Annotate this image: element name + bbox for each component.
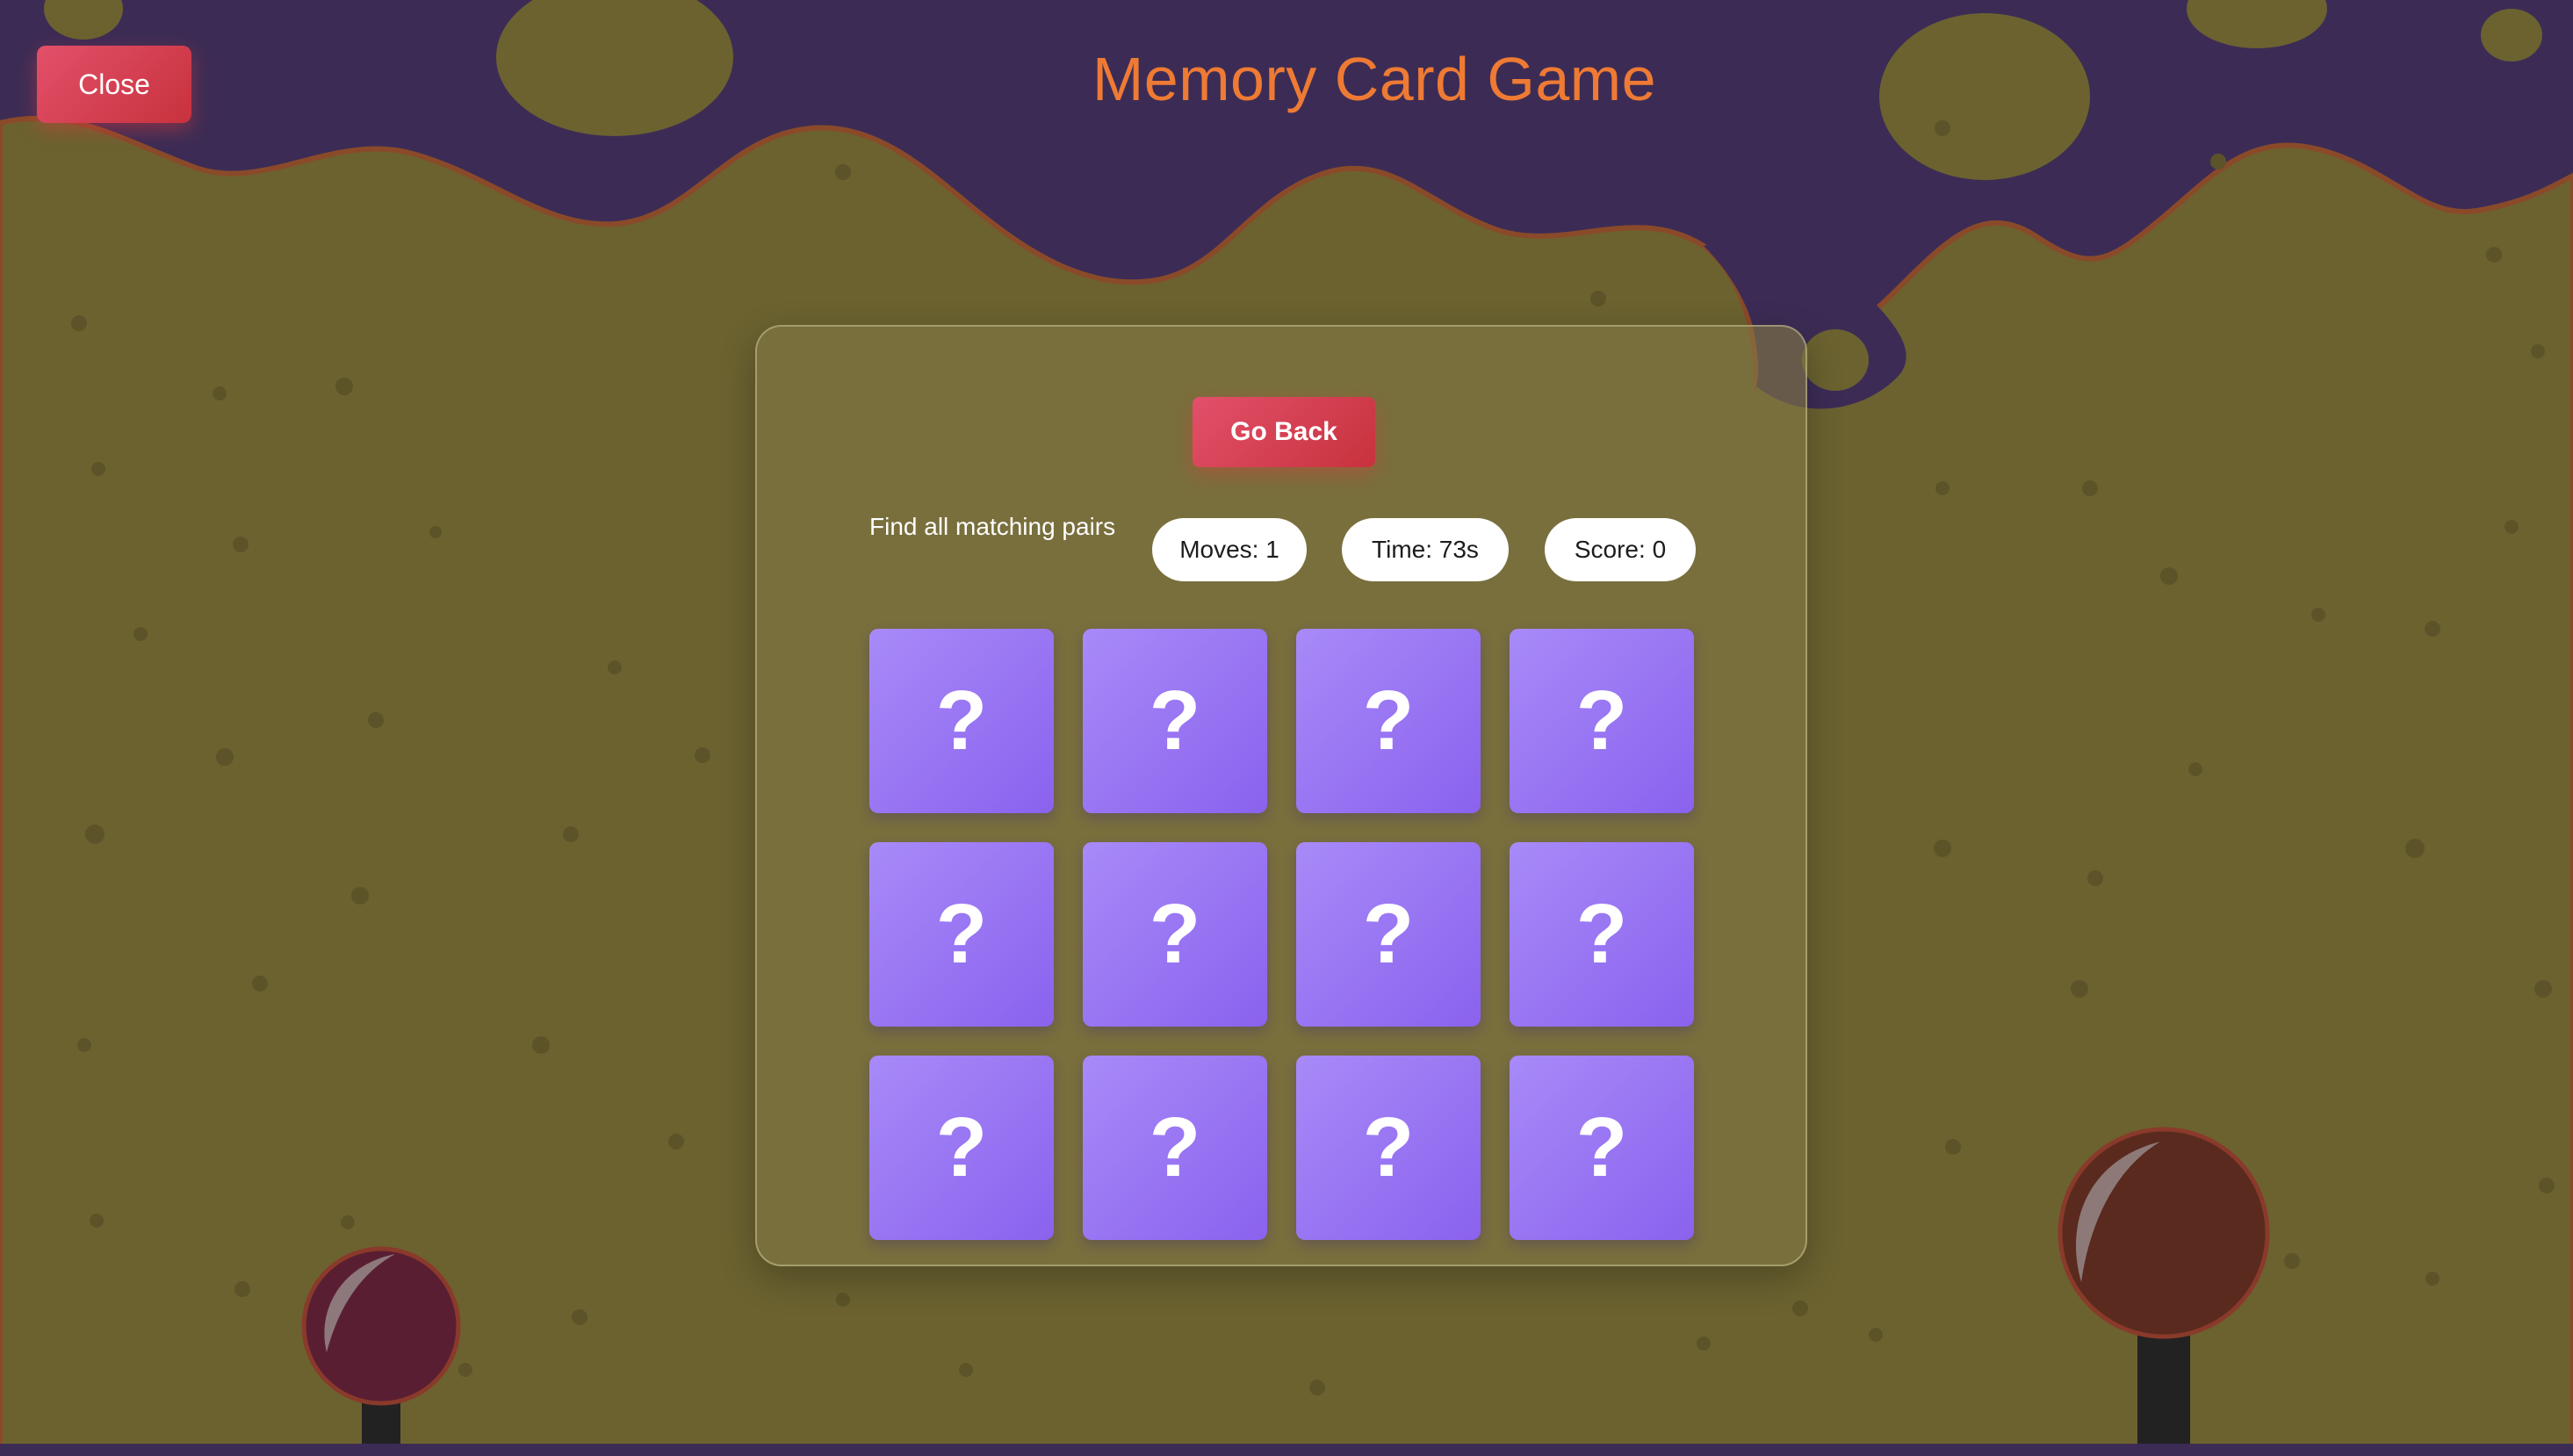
card-grid: ? ? ? ? ? ? ? ? ? ? ? ? (869, 629, 1694, 1240)
memory-card[interactable]: ? (1296, 629, 1481, 813)
sky-blob (2187, 0, 2327, 48)
sky-blob (1802, 329, 1869, 391)
game-panel: Go Back Find all matching pairs Moves: 1… (755, 325, 1807, 1266)
memory-card[interactable]: ? (869, 629, 1054, 813)
go-back-button[interactable]: Go Back (1193, 397, 1375, 467)
memory-card[interactable]: ? (1510, 629, 1694, 813)
sky-blob (1879, 13, 2090, 180)
close-button[interactable]: Close (37, 46, 191, 123)
sky-blob (44, 0, 123, 40)
sky-blob (2481, 9, 2542, 61)
memory-card[interactable]: ? (1296, 842, 1481, 1027)
memory-card[interactable]: ? (1083, 1056, 1267, 1240)
memory-card[interactable]: ? (1083, 842, 1267, 1027)
memory-card[interactable]: ? (1083, 629, 1267, 813)
sky-blob (496, 0, 733, 136)
memory-card[interactable]: ? (1296, 1056, 1481, 1240)
memory-card[interactable]: ? (869, 1056, 1054, 1240)
memory-card[interactable]: ? (869, 842, 1054, 1027)
memory-card[interactable]: ? (1510, 842, 1694, 1027)
instructions-text: Find all matching pairs (869, 513, 1116, 540)
score-counter: Score: 0 (1545, 518, 1696, 581)
time-counter: Time: 73s (1342, 518, 1509, 581)
page-title: Memory Card Game (1092, 45, 1657, 113)
game-scene: Close Memory Card Game Go Back Find all … (0, 0, 2573, 1456)
floor-strip (0, 1444, 2573, 1456)
lollipop-stick (2137, 1335, 2190, 1456)
memory-card[interactable]: ? (1510, 1056, 1694, 1240)
moves-counter: Moves: 1 (1152, 518, 1307, 581)
